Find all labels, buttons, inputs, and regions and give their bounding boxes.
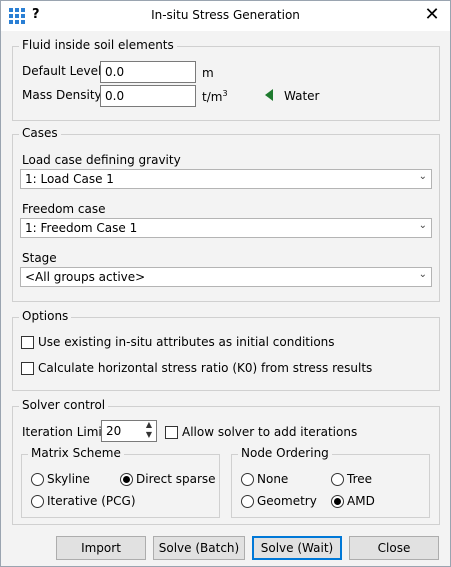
skyline-label[interactable]: Skyline <box>47 472 90 486</box>
default-level-input[interactable]: 0.0 <box>100 61 196 83</box>
options-group: Options <box>12 309 440 391</box>
chevron-down-icon: ⌄ <box>418 220 427 231</box>
solve-batch-button[interactable]: Solve (Batch) <box>153 536 245 560</box>
mass-density-unit-exp: 3 <box>222 89 228 98</box>
iteration-spinner[interactable]: ▲ ▼ <box>142 420 156 442</box>
calc-k0-checkbox[interactable] <box>21 362 34 375</box>
material-label: Water <box>284 89 320 103</box>
node-ordering-group: Node Ordering <box>231 446 430 518</box>
calc-k0-label[interactable]: Calculate horizontal stress ratio (K0) f… <box>38 361 372 375</box>
freedom-case-value: 1: Freedom Case 1 <box>25 221 138 235</box>
none-label[interactable]: None <box>257 472 288 486</box>
spin-up-icon[interactable]: ▲ <box>142 420 156 430</box>
amd-radio[interactable] <box>331 495 344 508</box>
dialog-title: In-situ Stress Generation <box>151 8 300 22</box>
geometry-radio[interactable] <box>241 495 254 508</box>
tree-radio[interactable] <box>331 473 344 486</box>
dialog-window: ? In-situ Stress Generation ✕ Fluid insi… <box>0 0 451 567</box>
stage-label: Stage <box>22 251 57 265</box>
import-button[interactable]: Import <box>56 536 146 560</box>
default-level-label: Default Level <box>22 64 102 78</box>
amd-label[interactable]: AMD <box>347 494 375 508</box>
geometry-label[interactable]: Geometry <box>257 494 317 508</box>
allow-add-label[interactable]: Allow solver to add iterations <box>182 425 357 439</box>
freedom-case-label: Freedom case <box>22 202 106 216</box>
use-existing-checkbox[interactable] <box>21 336 34 349</box>
gravity-case-select[interactable]: 1: Load Case 1 ⌄ <box>20 169 432 189</box>
spin-down-icon[interactable]: ▼ <box>142 430 156 440</box>
solve-wait-button[interactable]: Solve (Wait) <box>252 536 342 560</box>
mass-density-unit: t/m3 <box>202 89 228 104</box>
skyline-radio[interactable] <box>31 473 44 486</box>
iteration-limit-label: Iteration Limit <box>22 425 107 439</box>
triangle-left-icon[interactable] <box>265 89 273 101</box>
matrix-scheme-group: Matrix Scheme <box>21 446 220 518</box>
fluid-legend: Fluid inside soil elements <box>19 38 177 52</box>
tree-label[interactable]: Tree <box>347 472 372 486</box>
fluid-group: Fluid inside soil elements <box>12 38 440 121</box>
stage-value: <All groups active> <box>25 270 146 284</box>
direct-sparse-radio[interactable] <box>120 473 133 486</box>
default-level-unit: m <box>202 66 214 80</box>
mass-density-label: Mass Density <box>22 88 102 102</box>
allow-add-checkbox[interactable] <box>165 426 178 439</box>
stage-select[interactable]: <All groups active> ⌄ <box>20 267 432 287</box>
matrix-legend: Matrix Scheme <box>28 446 124 460</box>
direct-sparse-label[interactable]: Direct sparse <box>136 472 216 486</box>
none-radio[interactable] <box>241 473 254 486</box>
iterative-label[interactable]: Iterative (PCG) <box>47 494 136 508</box>
use-existing-label[interactable]: Use existing in-situ attributes as initi… <box>38 335 335 349</box>
gravity-case-value: 1: Load Case 1 <box>25 172 114 186</box>
iterative-radio[interactable] <box>31 495 44 508</box>
ordering-legend: Node Ordering <box>238 446 332 460</box>
close-icon[interactable]: ✕ <box>422 4 442 26</box>
chevron-down-icon: ⌄ <box>418 171 427 182</box>
chevron-down-icon: ⌄ <box>418 269 427 280</box>
options-legend: Options <box>19 309 72 323</box>
close-button[interactable]: Close <box>349 536 439 560</box>
solver-legend: Solver control <box>19 398 109 412</box>
gravity-case-label: Load case defining gravity <box>22 153 181 167</box>
mass-density-unit-base: t/m <box>202 90 223 104</box>
mass-density-input[interactable]: 0.0 <box>100 85 196 107</box>
freedom-case-select[interactable]: 1: Freedom Case 1 ⌄ <box>20 218 432 238</box>
title-bar: ? In-situ Stress Generation ✕ <box>1 1 450 31</box>
cases-legend: Cases <box>19 126 61 140</box>
